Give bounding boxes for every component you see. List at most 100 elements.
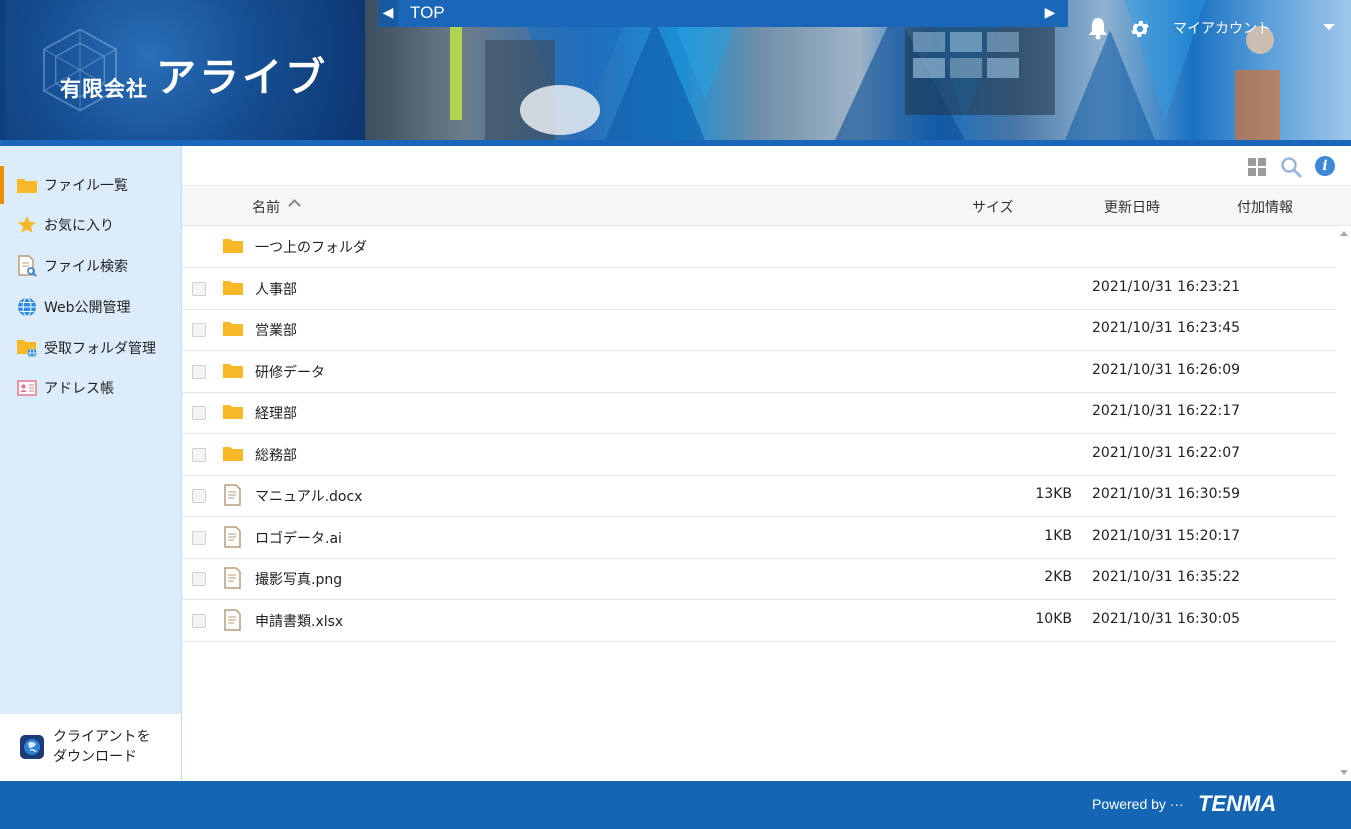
chevron-down-icon[interactable] bbox=[1323, 24, 1335, 30]
grid-view-icon[interactable] bbox=[1248, 158, 1266, 176]
address-book-icon bbox=[16, 377, 38, 399]
main-toolbar: i bbox=[182, 146, 1351, 186]
folder-icon bbox=[223, 447, 243, 461]
notification-bell-icon[interactable] bbox=[1088, 16, 1108, 40]
file-date: 2021/10/31 16:22:17 bbox=[1092, 403, 1241, 419]
sidebar-item-label: Web公開管理 bbox=[44, 300, 131, 316]
sidebar-item-label: ファイル検索 bbox=[44, 259, 128, 275]
file-date: 2021/10/31 15:20:17 bbox=[1092, 528, 1241, 544]
row-checkbox[interactable] bbox=[192, 282, 206, 296]
scroll-down-arrow-icon[interactable] bbox=[1340, 770, 1348, 775]
tenma-logo: TENMA bbox=[1198, 791, 1277, 816]
file-name: 総務部 bbox=[255, 448, 297, 464]
table-row[interactable]: マニュアル.docx 13KB 2021/10/31 16:30:59 bbox=[182, 475, 1336, 517]
file-name: ロゴデータ.ai bbox=[255, 531, 342, 547]
sidebar-item-label: お気に入り bbox=[44, 218, 114, 234]
file-size: 1KB bbox=[1044, 528, 1072, 544]
file-name: 研修データ bbox=[255, 365, 325, 381]
table-row[interactable]: 人事部 2021/10/31 16:23:21 bbox=[182, 268, 1336, 310]
my-account-menu[interactable]: マイアカウント bbox=[1173, 18, 1271, 38]
document-icon bbox=[224, 526, 241, 548]
table-row[interactable]: ロゴデータ.ai 1KB 2021/10/31 15:20:17 bbox=[182, 517, 1336, 559]
info-icon[interactable]: i bbox=[1315, 156, 1335, 176]
table-row[interactable]: 経理部 2021/10/31 16:22:17 bbox=[182, 392, 1336, 434]
folder-icon bbox=[223, 405, 243, 419]
file-date: 2021/10/31 16:23:45 bbox=[1092, 320, 1241, 336]
company-logo[interactable]: 有限会社 アライブ bbox=[5, 0, 365, 140]
download-line-2: ダウンロード bbox=[53, 749, 137, 765]
file-date: 2021/10/31 16:23:21 bbox=[1092, 279, 1241, 295]
app-footer: Powered by ··· TENMA bbox=[0, 781, 1351, 829]
parent-folder-label: 一つ上のフォルダ bbox=[255, 240, 367, 256]
table-row[interactable]: 営業部 2021/10/31 16:23:45 bbox=[182, 309, 1336, 351]
file-date: 2021/10/31 16:22:07 bbox=[1092, 445, 1241, 461]
download-client-button[interactable]: クライアントを ダウンロード bbox=[0, 713, 181, 781]
column-modified[interactable]: 更新日時 bbox=[1104, 197, 1160, 217]
download-line-1: クライアントを bbox=[53, 729, 151, 745]
folder-icon bbox=[223, 281, 243, 295]
sort-ascending-icon[interactable] bbox=[288, 199, 301, 212]
sidebar-item-favorites[interactable]: お気に入り bbox=[0, 206, 181, 244]
sidebar-item-address-book[interactable]: アドレス帳 bbox=[0, 369, 181, 407]
row-checkbox[interactable] bbox=[192, 406, 206, 420]
search-icon[interactable] bbox=[1280, 156, 1302, 178]
breadcrumb-back-button[interactable]: ◀ bbox=[378, 0, 398, 27]
folder-icon bbox=[223, 239, 243, 253]
document-icon bbox=[224, 609, 241, 631]
company-prefix: 有限会社 bbox=[60, 77, 148, 101]
file-date: 2021/10/31 16:35:22 bbox=[1092, 569, 1241, 585]
file-name: 経理部 bbox=[255, 406, 297, 422]
globe-icon bbox=[16, 296, 38, 318]
breadcrumb-current[interactable]: TOP bbox=[410, 3, 445, 23]
client-app-icon bbox=[20, 735, 44, 759]
sidebar-item-file-list[interactable]: ファイル一覧 bbox=[0, 166, 181, 204]
sidebar-item-label: ファイル一覧 bbox=[44, 178, 128, 194]
star-icon bbox=[16, 214, 38, 236]
table-row[interactable]: 総務部 2021/10/31 16:22:07 bbox=[182, 434, 1336, 476]
file-size: 13KB bbox=[1035, 486, 1072, 502]
column-name[interactable]: 名前 bbox=[252, 197, 280, 217]
file-list-header: 名前 サイズ 更新日時 付加情報 bbox=[182, 187, 1351, 226]
table-row[interactable]: 研修データ 2021/10/31 16:26:09 bbox=[182, 351, 1336, 393]
file-search-icon bbox=[16, 255, 38, 277]
receive-folder-icon bbox=[16, 337, 38, 359]
sidebar-item-receive-folder[interactable]: 受取フォルダ管理 bbox=[0, 329, 181, 367]
company-name: 有限会社 アライブ bbox=[60, 45, 328, 103]
row-checkbox[interactable] bbox=[192, 572, 206, 586]
scroll-up-arrow-icon[interactable] bbox=[1340, 231, 1348, 236]
row-checkbox[interactable] bbox=[192, 448, 206, 462]
settings-gear-icon[interactable] bbox=[1129, 18, 1151, 40]
parent-folder-row[interactable]: 一つ上のフォルダ bbox=[182, 226, 1336, 268]
folder-icon bbox=[223, 364, 243, 378]
row-checkbox[interactable] bbox=[192, 365, 206, 379]
column-extra-info[interactable]: 付加情報 bbox=[1237, 197, 1293, 217]
file-date: 2021/10/31 16:26:09 bbox=[1092, 362, 1241, 378]
sidebar-item-web-publish[interactable]: Web公開管理 bbox=[0, 288, 181, 326]
sidebar: ファイル一覧 お気に入り ファイル検索 Web公開管理 受取フォルダ管理 アドレ… bbox=[0, 146, 182, 781]
vertical-scrollbar[interactable] bbox=[1336, 226, 1351, 781]
file-list: 一つ上のフォルダ 人事部 2021/10/31 16:23:21 営業部 202… bbox=[182, 226, 1336, 781]
file-name: 申請書類.xlsx bbox=[255, 614, 344, 630]
file-name: 撮影写真.png bbox=[255, 572, 343, 588]
table-row[interactable]: 撮影写真.png 2KB 2021/10/31 16:35:22 bbox=[182, 558, 1336, 600]
row-checkbox[interactable] bbox=[192, 531, 206, 545]
sidebar-item-file-search[interactable]: ファイル検索 bbox=[0, 247, 181, 285]
row-checkbox[interactable] bbox=[192, 614, 206, 628]
company-title: アライブ bbox=[156, 54, 328, 101]
breadcrumb-bar: ◀ TOP ▶ bbox=[378, 0, 1068, 27]
file-name: マニュアル.docx bbox=[255, 489, 363, 505]
document-icon bbox=[224, 484, 241, 506]
row-checkbox[interactable] bbox=[192, 489, 206, 503]
document-icon bbox=[224, 567, 241, 589]
file-size: 2KB bbox=[1044, 569, 1072, 585]
column-size[interactable]: サイズ bbox=[972, 197, 1014, 217]
file-name: 営業部 bbox=[255, 323, 297, 339]
breadcrumb-forward-button[interactable]: ▶ bbox=[1040, 0, 1060, 27]
row-checkbox[interactable] bbox=[192, 323, 206, 337]
powered-by-text: Powered by ··· bbox=[1092, 796, 1184, 812]
app-header: 有限会社 アライブ ◀ TOP ▶ マイアカウント bbox=[0, 0, 1351, 146]
file-name: 人事部 bbox=[255, 282, 297, 298]
sidebar-item-label: 受取フォルダ管理 bbox=[44, 341, 156, 357]
folder-icon bbox=[16, 174, 38, 196]
table-row[interactable]: 申請書類.xlsx 10KB 2021/10/31 16:30:05 bbox=[182, 600, 1336, 642]
